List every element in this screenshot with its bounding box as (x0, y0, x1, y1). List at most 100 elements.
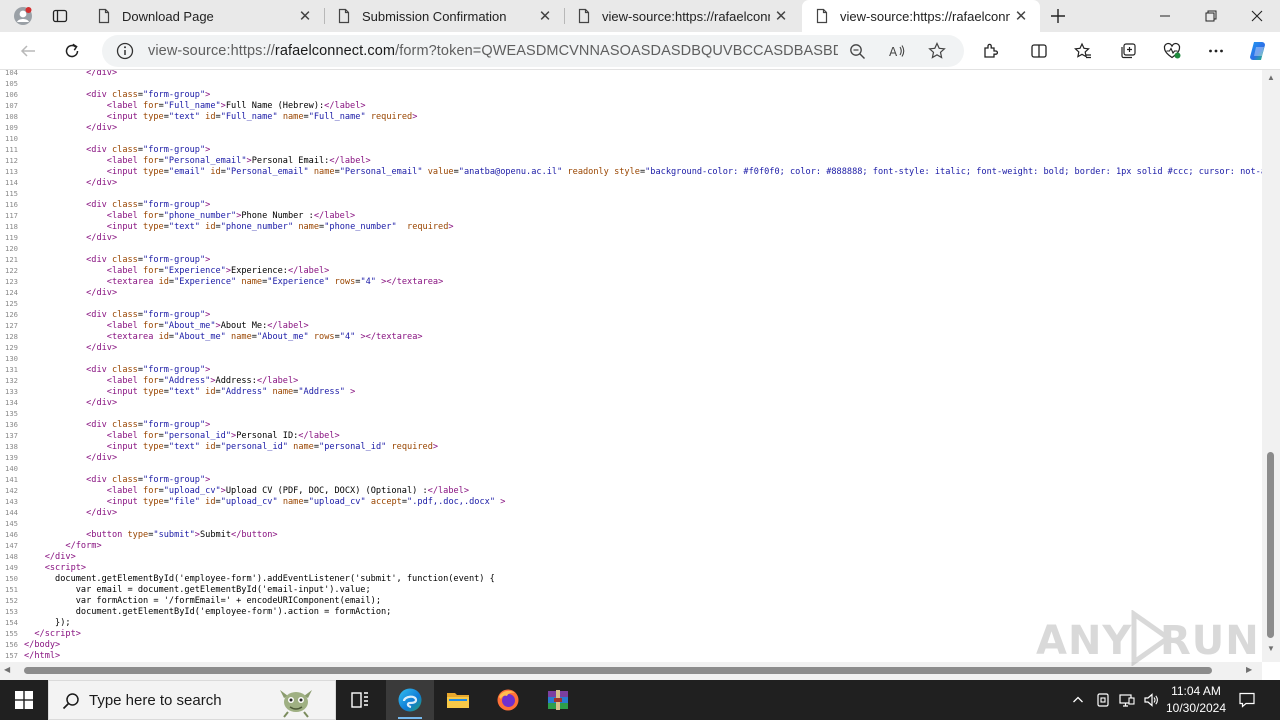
settings-menu-button[interactable] (1200, 35, 1232, 67)
task-view-icon (351, 692, 368, 708)
taskbar-edge[interactable] (386, 680, 434, 720)
start-button[interactable] (0, 680, 48, 720)
line-number: 116 (5, 200, 18, 209)
zoom-icon[interactable] (848, 42, 866, 60)
source-code-text: }); (24, 618, 71, 628)
close-tab-icon[interactable]: ✕ (294, 5, 316, 27)
page-icon (338, 8, 350, 24)
view-source-content[interactable]: 104 </div> 105 106 <div class="form-group"… (0, 70, 1262, 662)
scroll-up-arrow-icon[interactable]: ▲ (1267, 73, 1275, 82)
line-number: 149 (5, 563, 18, 572)
source-line: 125 (0, 298, 24, 309)
source-line: 105 (0, 78, 24, 89)
taskbar-file-explorer[interactable] (434, 680, 482, 720)
read-aloud-icon[interactable]: A (888, 42, 906, 60)
source-code-text: <div class="form-group"> (86, 310, 211, 320)
extensions-button[interactable] (975, 35, 1007, 67)
back-button[interactable] (12, 35, 44, 67)
profile-button[interactable] (6, 0, 40, 32)
source-line: 146 <button type="submit">Submit</button… (0, 529, 278, 540)
show-hidden-icons-button[interactable] (1068, 680, 1088, 720)
source-line: 114 </div> (0, 177, 117, 188)
source-code-text: <input type="text" id="phone_number" nam… (106, 222, 454, 232)
url-host: rafaelconnect.com (274, 43, 396, 59)
address-bar[interactable]: view-source:https://rafaelconnect.com/fo… (102, 35, 964, 67)
favorites-icon (1074, 42, 1091, 59)
source-line: 130 (0, 353, 24, 364)
system-clock[interactable]: 11:04 AM 10/30/2024 (1164, 683, 1228, 717)
source-code-text: <div class="form-group"> (86, 475, 211, 485)
tab-view-source-active[interactable]: view-source:https://rafaelconnec ✕ (802, 0, 1040, 32)
tab-strip: Download Page ✕ Submission Confirmation … (0, 0, 1280, 32)
info-icon[interactable] (116, 42, 134, 60)
browser-essentials-button[interactable] (1156, 35, 1188, 67)
line-number: 155 (5, 629, 18, 638)
volume-tray-button[interactable] (1140, 680, 1162, 720)
network-tray-button[interactable] (1116, 680, 1138, 720)
line-number: 154 (5, 618, 18, 627)
line-number: 129 (5, 343, 18, 352)
winrar-icon (548, 690, 568, 710)
line-number: 145 (5, 519, 18, 528)
close-tab-icon[interactable]: ✕ (534, 5, 556, 27)
clock-time: 11:04 AM (1171, 684, 1221, 698)
source-line: 131 <div class="form-group"> (0, 364, 210, 375)
close-tab-icon[interactable]: ✕ (770, 5, 792, 27)
source-code-text: <label for="Personal_email">Personal Ema… (106, 156, 371, 166)
taskbar-winrar[interactable] (534, 680, 582, 720)
close-window-button[interactable] (1234, 0, 1280, 32)
network-icon (1119, 694, 1135, 707)
scroll-left-arrow-icon[interactable]: ◀ (4, 665, 10, 674)
source-line: 133 <input type="text" id="Address" name… (0, 386, 355, 397)
new-tab-button[interactable] (1042, 0, 1074, 32)
line-number: 105 (5, 79, 18, 88)
scroll-down-arrow-icon[interactable]: ▼ (1267, 644, 1275, 653)
taskbar-firefox[interactable] (484, 680, 532, 720)
favorite-star-icon[interactable] (928, 42, 946, 60)
vertical-scroll-thumb[interactable] (1267, 452, 1274, 638)
source-code-text: </div> (86, 233, 118, 243)
line-number: 123 (5, 277, 18, 286)
source-line: 107 <label for="Full_name">Full Name (He… (0, 100, 366, 111)
source-code-text: <label for="personal_id">Personal ID:</l… (106, 431, 340, 441)
source-line: 106 <div class="form-group"> (0, 89, 210, 100)
vertical-scrollbar[interactable]: ▲ ▼ (1262, 70, 1280, 662)
restore-button[interactable] (1188, 0, 1234, 32)
source-line: 110 (0, 133, 24, 144)
security-tray-button[interactable] (1092, 680, 1114, 720)
notification-center-button[interactable] (1232, 680, 1262, 720)
minimize-icon (1160, 15, 1170, 17)
source-code-text: </div> (86, 288, 118, 298)
source-code-text: <div class="form-group"> (86, 90, 211, 100)
favorites-button[interactable] (1067, 35, 1099, 67)
tab-download-page[interactable]: Download Page ✕ (84, 0, 324, 32)
tab-actions-button[interactable] (44, 0, 76, 32)
source-line: 132 <label for="Address">Address:</label… (0, 375, 298, 386)
split-screen-button[interactable] (1023, 35, 1055, 67)
refresh-button[interactable] (56, 35, 88, 67)
copilot-icon (1250, 42, 1265, 60)
url-path: /form?token=QWEASDMCVNNASOASDASDBQUVBCCA… (395, 43, 838, 59)
source-line: 134 </div> (0, 397, 117, 408)
tab-view-source-1[interactable]: view-source:https://rafaelconnec ✕ (564, 0, 800, 32)
profile-avatar-icon (14, 7, 32, 25)
source-line: 119 </div> (0, 232, 117, 243)
collections-button[interactable] (1112, 35, 1144, 67)
line-number: 148 (5, 552, 18, 561)
source-code-text: <input type="text" id="Full_name" name="… (106, 112, 418, 122)
minimize-button[interactable] (1142, 0, 1188, 32)
scroll-right-arrow-icon[interactable]: ▶ (1246, 665, 1252, 674)
line-number: 138 (5, 442, 18, 451)
line-number: 125 (5, 299, 18, 308)
copilot-button[interactable] (1242, 35, 1274, 67)
close-tab-icon[interactable]: ✕ (1010, 5, 1032, 27)
url-text[interactable]: view-source:https://rafaelconnect.com/fo… (148, 43, 838, 59)
search-placeholder: Type here to search (89, 692, 222, 709)
horizontal-scroll-thumb[interactable] (24, 667, 1212, 674)
line-number: 132 (5, 376, 18, 385)
line-number: 124 (5, 288, 18, 297)
source-code-text: <input type="email" id="Personal_email" … (106, 167, 1262, 177)
line-number: 130 (5, 354, 18, 363)
task-view-button[interactable] (336, 680, 384, 720)
tab-submission-confirmation[interactable]: Submission Confirmation ✕ (324, 0, 564, 32)
